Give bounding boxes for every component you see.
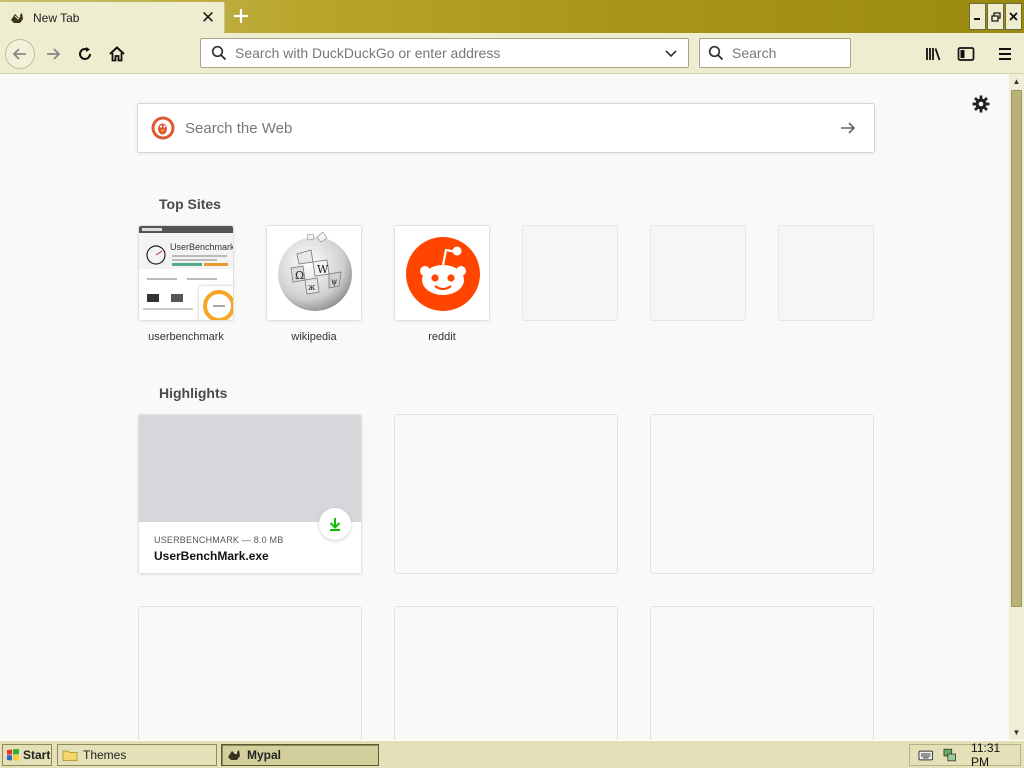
search-bar[interactable] (699, 38, 851, 68)
userbenchmark-gauge-icon (203, 290, 233, 320)
reddit-snoo-icon (406, 237, 480, 311)
top-site-label: reddit (428, 331, 456, 343)
network-icon[interactable] (942, 747, 958, 763)
address-bar[interactable] (200, 38, 689, 68)
top-sites-heading: Top Sites (159, 196, 221, 212)
start-button[interactable]: Start (2, 744, 52, 766)
library-button[interactable] (922, 42, 946, 66)
reload-icon (79, 47, 91, 60)
highlight-card-download[interactable]: USERBENCHMARK — 8.0 MB UserBenchMark.exe (138, 414, 362, 574)
keyboard-icon[interactable] (918, 747, 934, 763)
highlight-title: UserBenchMark.exe (154, 549, 269, 563)
clock[interactable]: 11:31 PM (971, 741, 1020, 768)
svg-text:Ω: Ω (295, 269, 304, 282)
top-site-label: userbenchmark (148, 331, 224, 343)
sidebar-button[interactable] (954, 42, 978, 66)
download-icon (329, 518, 341, 531)
address-input[interactable] (235, 45, 660, 61)
reload-button[interactable] (70, 39, 100, 69)
taskbar-item-mypal[interactable]: Mypal (221, 744, 379, 766)
top-site-reddit[interactable]: reddit (394, 225, 490, 343)
web-search-box[interactable] (137, 103, 875, 153)
top-site-placeholder[interactable] (650, 225, 746, 321)
svg-text:UserBenchmark: UserBenchmark (170, 242, 234, 252)
tab-close-icon[interactable]: ✕ (198, 8, 218, 28)
taskbar: Start Themes Mypal 11:31 PM (0, 740, 1024, 768)
scroll-down-arrow-icon[interactable]: ▼ (1009, 725, 1024, 740)
menu-button[interactable] (993, 42, 1017, 66)
top-site-tile[interactable] (394, 225, 490, 321)
top-site-tile[interactable]: Ω W ж ψ (266, 225, 362, 321)
scroll-thumb[interactable] (1011, 90, 1022, 607)
top-site-empty[interactable] (522, 225, 618, 331)
highlight-meta: USERBENCHMARK — 8.0 MB (154, 535, 284, 545)
home-icon (109, 46, 125, 62)
back-button[interactable] (5, 39, 35, 69)
userbenchmark-favicon (199, 286, 233, 320)
top-site-userbenchmark[interactable]: UserBenchmark userbenchmark (138, 225, 234, 343)
scroll-up-arrow-icon[interactable]: ▲ (1009, 74, 1024, 89)
top-site-wikipedia[interactable]: Ω W ж ψ wikipedia (266, 225, 362, 343)
svg-text:W: W (317, 263, 329, 276)
search-icon (211, 45, 227, 61)
mypal-icon (228, 750, 240, 760)
top-site-placeholder[interactable] (522, 225, 618, 321)
task-label: Themes (83, 748, 127, 762)
minimize-icon[interactable] (969, 3, 986, 30)
highlight-placeholder (138, 606, 362, 740)
task-label: Mypal (247, 748, 282, 762)
taskbar-item-themes[interactable]: Themes (57, 744, 217, 766)
folder-icon (62, 750, 78, 761)
download-badge (319, 508, 351, 540)
windows-flag-icon (7, 749, 19, 761)
highlight-placeholder (650, 414, 874, 574)
top-site-placeholder[interactable] (778, 225, 874, 321)
chevron-down-icon[interactable] (660, 42, 682, 64)
forward-button[interactable] (38, 39, 68, 69)
vertical-scrollbar[interactable]: ▲ ▼ (1009, 74, 1024, 740)
close-window-icon[interactable] (1005, 3, 1022, 30)
highlights-heading: Highlights (159, 385, 228, 401)
start-label: Start (23, 748, 51, 762)
library-icon (926, 48, 941, 61)
home-button[interactable] (102, 39, 132, 69)
tab-new-tab[interactable]: New Tab ✕ (0, 2, 225, 33)
mypal-favicon-icon (11, 12, 23, 23)
navigation-toolbar (0, 33, 1024, 74)
top-site-empty[interactable] (650, 225, 746, 331)
forward-arrow-icon (47, 48, 61, 60)
sidebar-icon (957, 47, 975, 61)
highlight-placeholder (650, 606, 874, 740)
highlight-placeholder (394, 606, 618, 740)
search-go-button[interactable] (836, 116, 860, 140)
back-arrow-icon (12, 48, 26, 60)
search-icon (708, 45, 724, 61)
window-controls (968, 3, 1022, 30)
top-site-empty[interactable] (778, 225, 874, 331)
restore-icon[interactable] (987, 3, 1004, 30)
highlight-placeholder (394, 414, 618, 574)
hamburger-menu-icon (999, 48, 1011, 60)
top-site-label: wikipedia (291, 331, 337, 343)
web-search-input[interactable] (185, 119, 836, 137)
svg-text:ψ: ψ (331, 277, 337, 286)
new-tab-page: Top Sites UserBenchmark (0, 74, 1009, 740)
search-input[interactable] (732, 45, 842, 61)
new-tab-plus-icon[interactable] (230, 4, 252, 28)
highlight-preview-image (139, 415, 361, 522)
top-site-tile[interactable]: UserBenchmark (138, 225, 234, 321)
arrow-right-icon (841, 122, 856, 134)
duckduckgo-logo-icon (151, 116, 175, 140)
gear-icon[interactable] (971, 94, 991, 114)
wikipedia-globe-icon: Ω W ж ψ (278, 231, 352, 311)
system-tray: 11:31 PM (909, 741, 1021, 768)
tab-title: New Tab (33, 10, 80, 25)
svg-text:ж: ж (308, 283, 316, 292)
title-bar: New Tab ✕ (0, 0, 1024, 33)
